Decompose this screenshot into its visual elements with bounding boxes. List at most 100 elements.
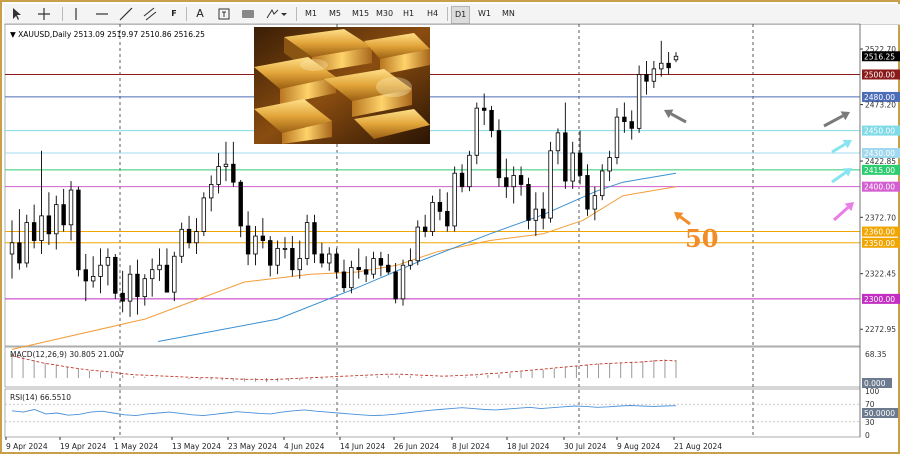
price-panel xyxy=(4,23,861,347)
candle-body xyxy=(459,172,465,188)
candle-body xyxy=(541,208,546,219)
candle-body xyxy=(83,269,88,282)
candle-body xyxy=(577,152,583,176)
candle-body xyxy=(644,74,649,82)
candle-body xyxy=(127,273,133,302)
level-label: 2415.00 xyxy=(864,166,895,175)
candle-body xyxy=(142,278,147,298)
candle-body xyxy=(24,222,29,264)
y-tick-label: 2372.70 xyxy=(865,213,896,222)
candle-body xyxy=(555,132,561,152)
candle-body xyxy=(231,163,236,183)
candle-body xyxy=(39,215,44,241)
candle-body xyxy=(378,258,384,266)
level-label: 2500.00 xyxy=(864,70,895,79)
candle-body xyxy=(194,231,199,244)
level-label: 2300.00 xyxy=(864,295,895,304)
arrow-cyan-lower xyxy=(831,171,847,184)
candle-body xyxy=(600,170,605,197)
x-tick-label: 9 Aug 2024 xyxy=(617,442,660,451)
candle-body xyxy=(548,150,553,219)
candle-body xyxy=(467,154,472,188)
candle-body xyxy=(526,184,531,221)
arrow-pink xyxy=(832,206,850,222)
rsi-50-label: 50.0000 xyxy=(864,409,895,418)
x-tick-label: 9 Apr 2024 xyxy=(6,442,48,451)
candle-body xyxy=(607,157,612,172)
candle-body xyxy=(186,228,192,244)
chart-area[interactable]: 2500.002480.002450.002430.002415.002400.… xyxy=(2,2,900,456)
candle-body xyxy=(386,264,391,273)
rsi-tick-label: 100 xyxy=(865,387,880,396)
x-tick-label: 1 May 2024 xyxy=(114,442,158,451)
candle-body xyxy=(570,152,575,182)
macd-panel xyxy=(4,346,861,388)
candle-body xyxy=(113,256,118,294)
x-tick-label: 14 Jun 2024 xyxy=(340,442,385,451)
rsi-tick-label: 70 xyxy=(865,400,875,409)
candle-body xyxy=(312,222,317,255)
x-tick-label: 21 Aug 2024 xyxy=(674,442,722,451)
candle-body xyxy=(9,242,15,255)
candle-body xyxy=(120,292,125,302)
candle-body xyxy=(172,255,177,293)
y-tick-label: 2422.85 xyxy=(865,157,896,166)
candle-body xyxy=(673,55,679,61)
candle-body xyxy=(149,269,155,280)
candle-body xyxy=(430,201,435,232)
candle-body xyxy=(201,197,207,232)
chart-header: ▼ XAUUSD,Daily 2513.09 2519.97 2510.86 2… xyxy=(10,30,205,39)
candle-body xyxy=(349,267,354,289)
y-tick-label: 2473.20 xyxy=(865,101,896,110)
candle-body xyxy=(46,215,52,235)
candle-body xyxy=(238,181,243,227)
y-tick-label: 2272.95 xyxy=(865,325,896,334)
candle-body xyxy=(651,68,657,82)
candle-body xyxy=(253,235,258,255)
candle-body xyxy=(371,258,376,275)
rsi-panel xyxy=(4,388,861,438)
arrow-cyan-upper xyxy=(831,142,846,154)
level-label: 2400.00 xyxy=(864,183,895,192)
candle-body xyxy=(282,247,288,250)
x-tick-label: 13 May 2024 xyxy=(172,442,221,451)
arrow-gray-right xyxy=(823,114,844,128)
candle-body xyxy=(135,273,140,298)
candle-body xyxy=(363,269,369,275)
chart-window: F A M1 M5 M15 M30 H1 H4 D1 W1 MN 2500.00… xyxy=(0,0,900,454)
candle-body xyxy=(636,74,642,129)
candle-body xyxy=(452,172,457,227)
x-tick-label: 18 Jul 2024 xyxy=(507,442,550,451)
macd-title: MACD(12,26,9) 30.805 21.007 xyxy=(10,350,124,359)
candle-body xyxy=(245,225,251,255)
candle-body xyxy=(474,107,479,156)
candle-body xyxy=(297,258,302,271)
rsi-title: RSI(14) 66.5510 xyxy=(10,393,71,402)
candle-body xyxy=(585,175,590,210)
candle-body xyxy=(31,222,37,241)
candle-body xyxy=(341,271,347,289)
candle-body xyxy=(90,276,96,282)
candle-body xyxy=(481,107,487,111)
candle-body xyxy=(76,189,81,271)
candle-body xyxy=(223,163,229,167)
y-tick-label: 2322.45 xyxy=(865,270,896,279)
x-tick-label: 8 Jul 2024 xyxy=(452,442,490,451)
candle-body xyxy=(614,116,620,158)
candle-body xyxy=(268,240,273,266)
candle-body xyxy=(629,121,634,129)
rsi-line xyxy=(11,405,677,417)
candle-body xyxy=(563,132,568,182)
arrow-orange xyxy=(679,215,691,226)
candle-body xyxy=(496,130,502,179)
candle-body xyxy=(208,184,214,199)
candle-body xyxy=(334,253,339,273)
candle-body xyxy=(105,256,111,266)
candle-body xyxy=(356,267,361,271)
candle-body xyxy=(408,260,413,266)
candle-body xyxy=(179,228,184,257)
candle-body xyxy=(422,226,428,232)
level-label: 2450.00 xyxy=(864,127,895,136)
candle-body xyxy=(17,242,22,264)
candle-body xyxy=(666,62,671,69)
